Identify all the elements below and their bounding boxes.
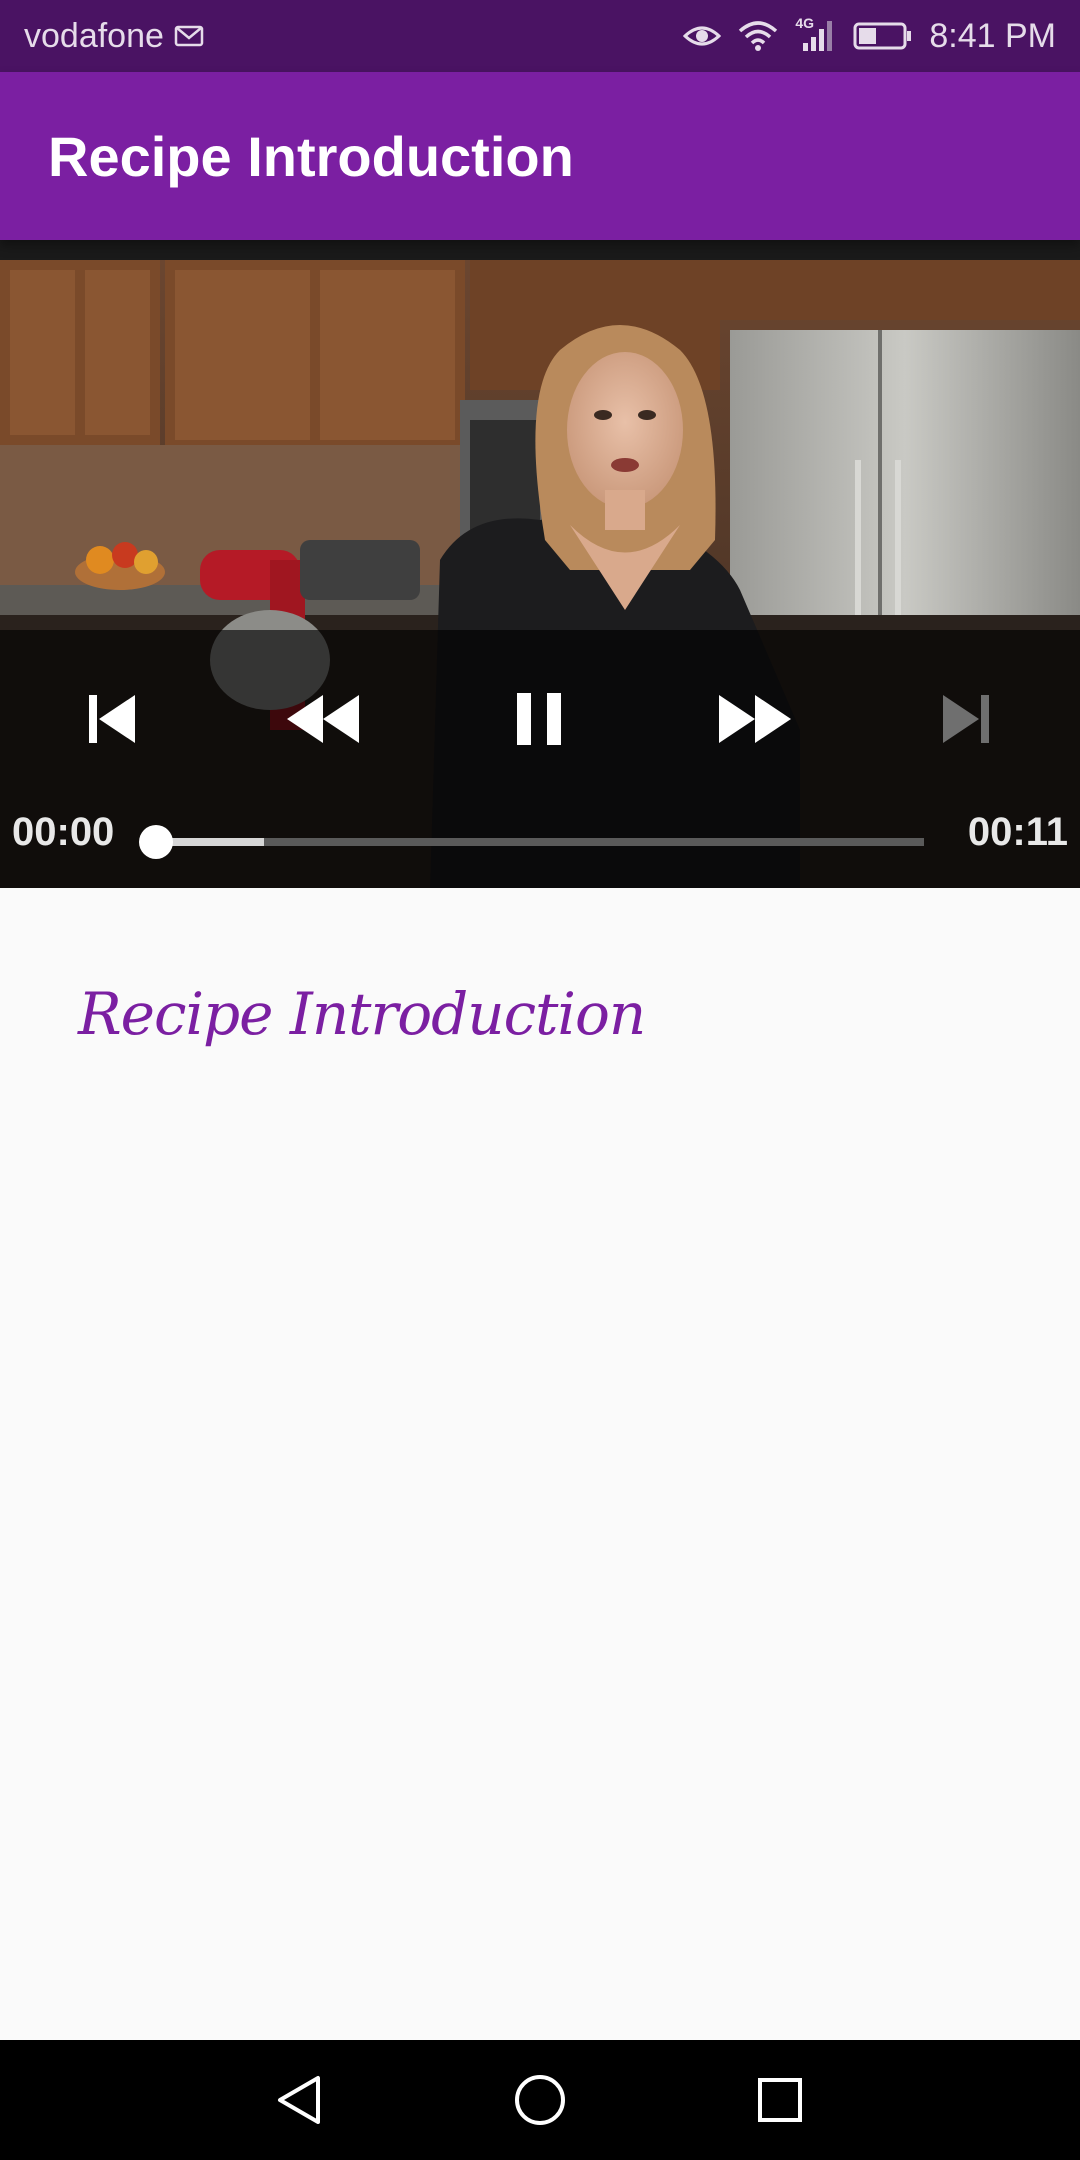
eye-icon	[683, 22, 722, 50]
recents-button[interactable]	[740, 2060, 820, 2140]
back-icon	[272, 2072, 328, 2128]
signal-icon: 4G	[795, 15, 837, 53]
total-time: 00:11	[967, 810, 1068, 854]
pause-button[interactable]	[494, 674, 584, 764]
seek-bar[interactable]	[139, 825, 924, 859]
previous-button[interactable]	[68, 674, 158, 764]
page-title: Recipe Introduction	[48, 124, 574, 188]
gmail-icon	[174, 24, 204, 48]
next-icon	[935, 691, 995, 747]
fast-forward-icon	[715, 691, 795, 747]
network-type: 4G	[795, 15, 815, 31]
next-button[interactable]	[920, 674, 1010, 764]
back-button[interactable]	[260, 2060, 340, 2140]
app-bar: Recipe Introduction	[0, 72, 1080, 240]
rewind-button[interactable]	[278, 674, 368, 764]
recents-icon	[752, 2072, 808, 2128]
player-controls: 00:00 00:11	[0, 630, 1080, 888]
home-icon	[512, 2072, 568, 2128]
previous-icon	[83, 691, 143, 747]
current-time: 00:00	[12, 810, 115, 854]
navigation-bar	[0, 2040, 1080, 2160]
content-area: Recipe Introduction	[0, 888, 1080, 2040]
video-player[interactable]: 00:00 00:11	[0, 240, 1080, 888]
fast-forward-button[interactable]	[710, 674, 800, 764]
wifi-icon	[737, 19, 779, 53]
recipe-heading: Recipe Introduction	[78, 980, 646, 1048]
seek-thumb[interactable]	[139, 825, 173, 859]
home-button[interactable]	[500, 2060, 580, 2140]
rewind-icon	[283, 691, 363, 747]
carrier-name: vodafone	[24, 16, 164, 55]
status-bar: vodafone 4G 8:41 PM	[0, 0, 1080, 72]
pause-icon	[509, 689, 569, 749]
battery-icon	[853, 21, 913, 51]
status-time: 8:41 PM	[929, 16, 1056, 55]
status-right: 4G 8:41 PM	[683, 0, 1056, 72]
status-left: vodafone	[24, 0, 204, 72]
